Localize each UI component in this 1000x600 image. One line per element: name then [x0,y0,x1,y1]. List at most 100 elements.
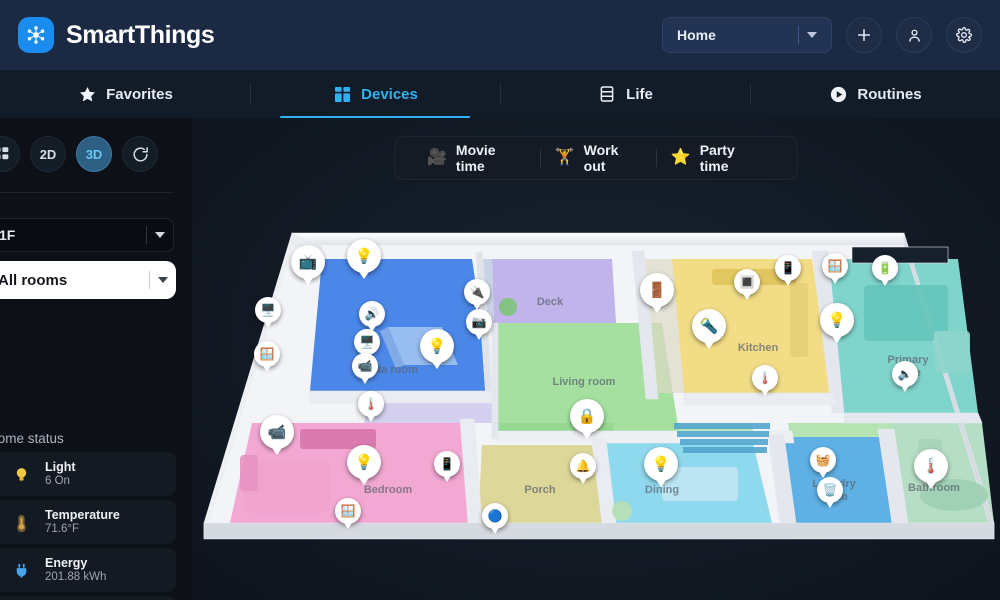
left-sidebar: 2D 3D 1F All rooms Home st [0,118,192,600]
star-icon: ⭐ [670,149,691,166]
device-pin-washer[interactable]: 🧺 [810,447,836,480]
sidebar-divider [0,192,174,193]
tab-life[interactable]: Life [500,70,750,118]
tab-favorites[interactable]: Favorites [0,70,250,118]
scene-label: Movie time [455,142,496,174]
device-pin-tv[interactable]: 📺 [291,245,325,287]
status-item-light[interactable]: Light 6 On [0,452,176,496]
device-pin-doorbell[interactable]: 🔔 [570,453,596,486]
device-pin-ceiling-fan[interactable]: 🔦 [692,309,726,351]
app-header: SmartThings Home [0,0,1000,70]
floorplan-3d[interactable]: Media room Deck Living room Kitchen Prim… [192,223,1000,563]
scene-work-out[interactable]: 🏋️ Work out [541,142,656,174]
tab-devices[interactable]: Devices [250,70,500,118]
tab-routines-label: Routines [857,85,922,103]
person-icon [908,29,920,42]
device-pin-camera-3[interactable]: 📹 [260,415,294,457]
floorplan-stage: 🎥 Movie time 🏋️ Work out ⭐ Party time Me… [192,118,1000,600]
room-label-living-room: Living room [553,376,616,388]
device-pin-light[interactable]: 💡 [420,329,454,371]
device-pin-sensor[interactable]: 📱 [775,255,801,288]
status-text: Light 6 On [45,459,76,488]
device-pin-light-2[interactable]: 💡 [820,303,854,345]
reset-view-button[interactable] [122,136,158,172]
view-mode-buttons: 2D 3D [0,136,158,172]
air-purifier-icon: 🔌 [464,279,490,305]
floor-select-dropdown[interactable]: 1F [0,218,174,252]
device-pin-dryer[interactable]: 🗑️ [817,477,843,510]
play-circle-icon [828,84,848,104]
device-pin-blinds[interactable]: 🪟 [254,341,280,374]
status-value: 6 On [45,474,70,487]
scene-movie-time[interactable]: 🎥 Movie time [413,142,540,174]
device-pin-light-3[interactable]: 💡 [644,447,678,489]
rooms-select-dropdown[interactable]: All rooms [0,261,176,299]
smartthings-app: SmartThings Home Favorites Devices Life … [0,0,1000,600]
device-pin-robot-vacuum[interactable]: 🔵 [482,503,508,536]
device-pin-door-lock[interactable]: 🔒 [570,399,604,441]
device-pin-speaker-2[interactable]: 🔈 [892,361,918,394]
device-pin-blinds-3[interactable]: 🪟 [335,498,361,531]
device-pin-light-4[interactable]: 💡 [347,445,381,487]
main-tabs: Favorites Devices Life Routines [0,70,1000,118]
monitor-icon: 🖥️ [255,297,281,323]
card-list-icon [597,84,617,104]
movie-camera-icon: 🎥 [427,149,447,166]
device-pin-plug[interactable]: 🔋 [872,255,898,288]
status-item-camera[interactable]: Camera 4 On [0,596,176,600]
divider [149,271,150,289]
status-value: 71.6°F [45,522,80,535]
tab-life-label: Life [626,85,653,103]
blinds-icon: 🪟 [254,341,280,367]
device-pin-floor-lamp[interactable]: 💡 [347,239,381,281]
device-pin-oven[interactable]: 🔳 [734,269,760,302]
device-pin-thermostat[interactable]: 🌡️ [914,449,948,491]
home-select-dropdown[interactable]: Home [662,17,832,53]
device-pin-air-purifier[interactable]: 🔌 [464,279,490,312]
tab-routines[interactable]: Routines [750,70,1000,118]
device-pin-monitor[interactable]: 🖥️ [255,297,281,330]
home-status-title: Home status [0,431,64,446]
sensor-icon: 📱 [775,255,801,281]
status-name: Light [45,459,76,474]
speaker-icon: 🔊 [359,301,385,327]
rooms-select-value: All rooms [0,271,68,289]
lightbulb-icon: 💡 [820,303,854,337]
settings-button[interactable] [946,17,982,53]
lightbulb-icon: 💡 [420,329,454,363]
ceiling-fan-icon: 🔦 [692,309,726,343]
layers-grid-button[interactable] [0,136,20,172]
device-pin-camera[interactable]: 📹 [352,353,378,386]
doorbell-icon: 🔔 [570,453,596,479]
floor-select-caret-wrap [146,226,165,244]
camera-icon: 📷 [466,309,492,335]
washer-icon: 🧺 [810,447,836,473]
door-lock-icon: 🔒 [570,399,604,433]
room-label-porch: Porch [524,484,555,496]
account-button[interactable] [896,17,932,53]
status-text: Energy 201.88 kWh [45,556,107,584]
device-pin-water-sensor[interactable]: 🌡️ [752,365,778,398]
status-item-energy[interactable]: Energy 201.88 kWh [0,548,176,592]
status-item-temperature[interactable]: Temperature 71.6°F [0,500,176,544]
dryer-icon: 🗑️ [817,477,843,503]
device-pin-blinds-2[interactable]: 🪟 [822,253,848,286]
camera-icon: 📹 [260,415,294,449]
add-button[interactable] [846,17,882,53]
device-pin-camera-2[interactable]: 📷 [466,309,492,342]
scene-label: Work out [583,142,619,174]
view-2d-button[interactable]: 2D [30,136,66,172]
scene-label: Party time [699,142,735,174]
status-value: 201.88 kWh [45,570,107,583]
device-pin-fridge[interactable]: 🚪 [640,273,674,315]
blinds-icon: 🪟 [335,498,361,524]
water-sensor-icon: 🌡️ [752,365,778,391]
device-pin-air-sensor[interactable]: 🌡️ [358,391,384,424]
divider [798,26,799,44]
chevron-down-icon [155,232,165,238]
star-icon [77,84,97,104]
header-actions: Home [662,17,982,53]
device-pin-sensor-2[interactable]: 📱 [434,451,460,484]
scene-party-time[interactable]: ⭐ Party time [657,142,779,174]
view-3d-button[interactable]: 3D [76,136,112,172]
